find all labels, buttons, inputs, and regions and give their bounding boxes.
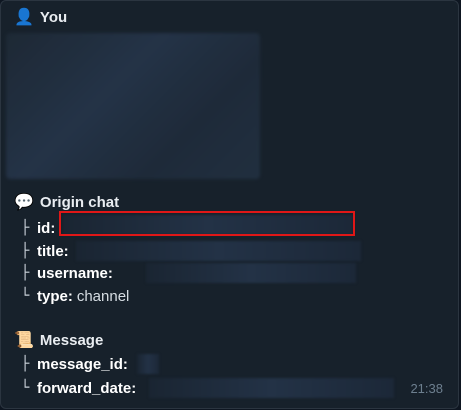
origin-chat-title: Origin chat [39,194,120,211]
message-title: Message [39,332,104,349]
user-icon: 👤 [14,8,34,26]
origin-title-row: ├ title: [21,241,73,261]
message-id-redacted [137,354,159,374]
origin-id-row: ├ id: [21,218,59,238]
origin-type-value: channel [76,287,130,305]
origin-username-redacted [146,263,356,283]
speech-bubble-icon: 💬 [14,193,34,211]
origin-type-key: type: [37,287,73,305]
message-timestamp: 21:38 [410,381,443,396]
origin-title-key: title: [37,242,69,260]
message-section-title: 📜 Message [14,332,103,349]
message-bubble: 👤 You 💬 Origin chat ├ id: ├ title: ├ use… [0,0,459,409]
forward-date-key: forward_date: [37,379,137,397]
origin-chat-section-title: 💬 Origin chat [14,194,119,211]
you-title: You [39,9,68,26]
origin-username-row: ├ username: [21,263,117,283]
message-id-key: message_id: [37,355,128,373]
scroll-icon: 📜 [14,331,34,349]
forward-date-redacted [149,378,394,398]
origin-id-key: id: [37,219,56,237]
origin-username-key: username: [37,264,113,282]
message-id-row: ├ message_id: [21,354,132,374]
you-section-title: 👤 You [14,9,67,26]
tree-last: └ [21,380,30,396]
tree-last: └ [21,288,30,304]
tree-branch: ├ [21,220,30,236]
origin-title-redacted [76,241,361,261]
avatar-redacted [6,33,260,179]
tree-branch: ├ [21,356,30,372]
tree-branch: ├ [21,243,30,259]
origin-type-row: └ type: channel [21,286,129,306]
id-highlight-box [59,211,355,236]
tree-branch: ├ [21,265,30,281]
forward-date-row: └ forward_date: [21,378,140,398]
